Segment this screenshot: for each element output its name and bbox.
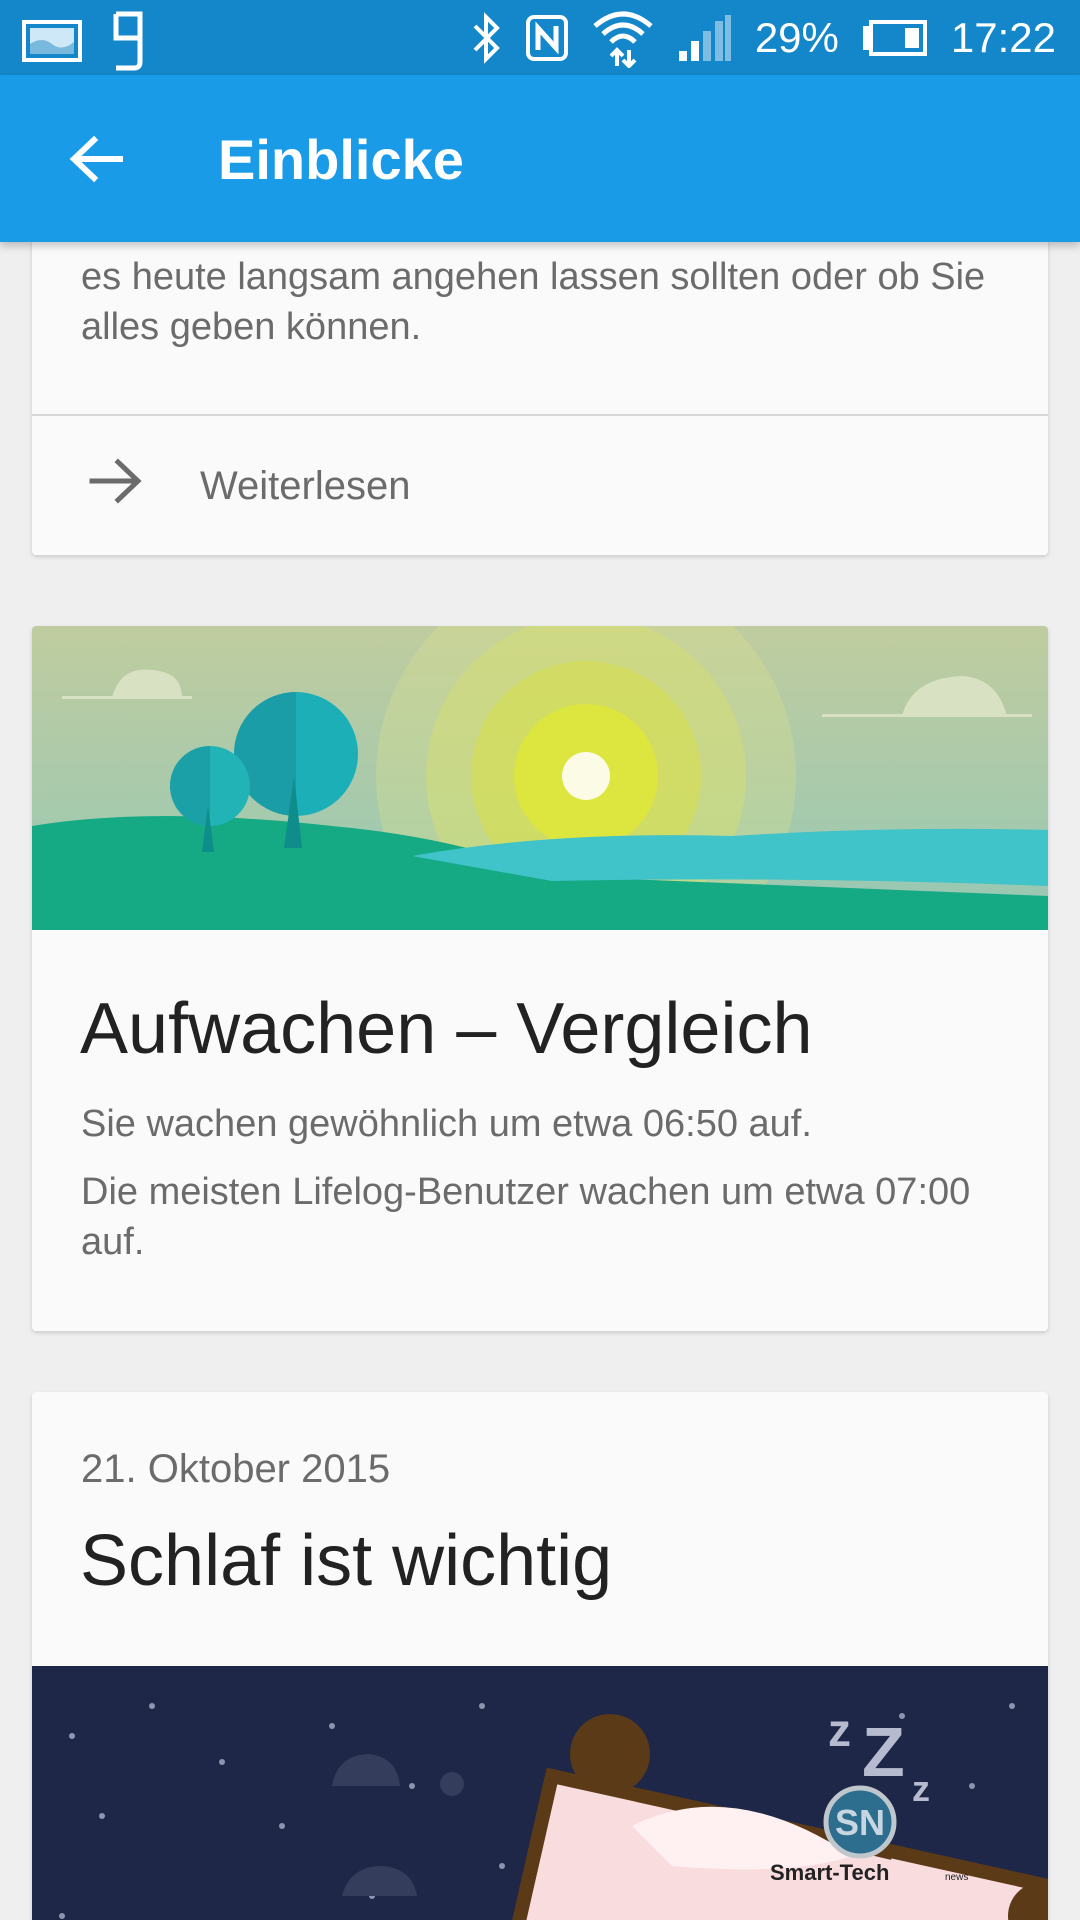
svg-text:z: z — [828, 1704, 851, 1756]
wifi-icon — [593, 11, 653, 68]
insights-feed[interactable]: es heute langsam angehen lassen sollten … — [0, 242, 1080, 1920]
card-text-line1: Sie wachen gewöhnlich um etwa 06:50 auf. — [81, 1103, 812, 1145]
page-title: Einblicke — [218, 128, 464, 191]
card-title: Schlaf ist wichtig — [80, 1521, 613, 1601]
battery-percent: 29% — [754, 13, 839, 61]
back-button[interactable] — [60, 123, 132, 195]
image-notification-icon — [22, 20, 82, 62]
nfc-icon — [525, 14, 568, 61]
insight-card-wake-comparison[interactable]: Aufwachen – Vergleich Sie wachen gewöhnl… — [32, 626, 1048, 1331]
svg-text:news: news — [945, 1872, 968, 1883]
read-more-button[interactable]: Weiterlesen — [32, 416, 1048, 555]
bluetooth-icon — [473, 11, 500, 64]
insight-card-intro: es heute langsam angehen lassen sollten … — [32, 242, 1048, 555]
watermark-logo: SN Smart-Tech news — [770, 1785, 968, 1885]
read-more-label: Weiterlesen — [200, 464, 411, 508]
svg-text:SN: SN — [835, 1802, 885, 1843]
battery-icon — [862, 19, 927, 56]
sunrise-illustration — [32, 626, 1048, 930]
svg-text:Smart-Tech: Smart-Tech — [770, 1860, 889, 1885]
arrow-left-icon — [69, 135, 123, 183]
card-title: Aufwachen – Vergleich — [80, 989, 813, 1069]
card-text-line2: Die meisten Lifelog-Benutzer wachen um e… — [81, 1171, 971, 1263]
card-text: es heute langsam angehen lassen sollten … — [81, 256, 986, 348]
card-date: 21. Oktober 2015 — [81, 1447, 391, 1491]
arrow-right-icon — [89, 458, 142, 504]
app-toolbar: Einblicke — [0, 75, 1080, 242]
signal-icon — [678, 14, 731, 61]
status-bar: 29% 17:22 — [0, 0, 1080, 75]
g-notification-icon — [113, 11, 143, 71]
clock: 17:22 — [950, 13, 1056, 61]
